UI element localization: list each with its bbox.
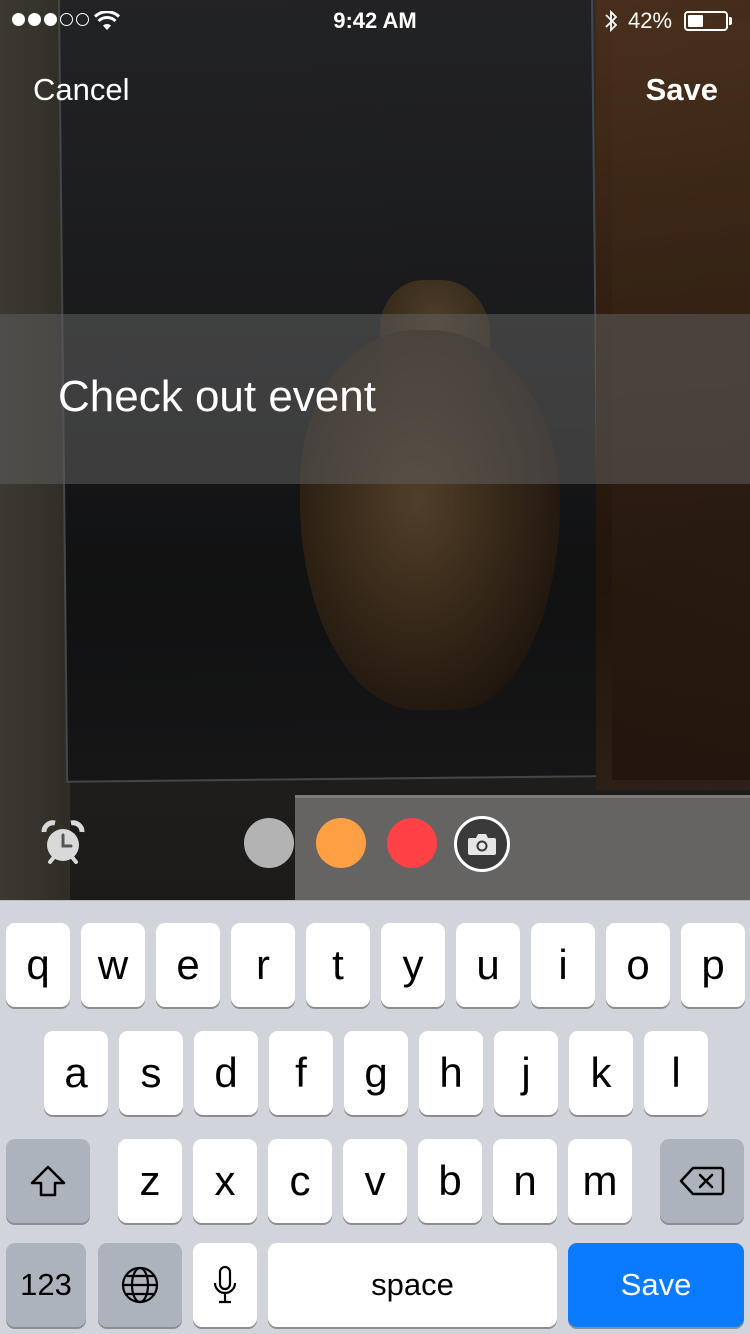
camera-icon (468, 834, 496, 855)
cancel-button[interactable]: Cancel (33, 72, 130, 108)
key-z[interactable]: z (118, 1139, 182, 1223)
space-key[interactable]: space (268, 1243, 557, 1327)
save-button[interactable]: Save (646, 72, 718, 108)
key-p[interactable]: p (681, 923, 745, 1007)
key-y[interactable]: y (381, 923, 445, 1007)
key-r[interactable]: r (231, 923, 295, 1007)
numbers-key[interactable]: 123 (6, 1243, 86, 1327)
globe-key[interactable] (98, 1243, 182, 1327)
key-i[interactable]: i (531, 923, 595, 1007)
key-j[interactable]: j (494, 1031, 558, 1115)
key-s[interactable]: s (119, 1031, 183, 1115)
key-m[interactable]: m (568, 1139, 632, 1223)
key-f[interactable]: f (269, 1031, 333, 1115)
key-h[interactable]: h (419, 1031, 483, 1115)
key-d[interactable]: d (194, 1031, 258, 1115)
battery-fill (688, 15, 703, 27)
key-v[interactable]: v (343, 1139, 407, 1223)
bluetooth-icon (605, 9, 618, 33)
battery-percent: 42% (628, 8, 673, 33)
battery-icon (684, 11, 728, 31)
key-t[interactable]: t (306, 923, 370, 1007)
key-a[interactable]: a (44, 1031, 108, 1115)
key-n[interactable]: n (493, 1139, 557, 1223)
key-l[interactable]: l (644, 1031, 708, 1115)
microphone-key[interactable] (193, 1243, 257, 1327)
delete-icon (679, 1166, 725, 1196)
key-u[interactable]: u (456, 923, 520, 1007)
color-option-orange[interactable] (316, 818, 366, 868)
key-b[interactable]: b (418, 1139, 482, 1223)
key-g[interactable]: g (344, 1031, 408, 1115)
microphone-icon (213, 1265, 237, 1304)
caption-input[interactable]: Check out event (58, 372, 376, 422)
key-c[interactable]: c (268, 1139, 332, 1223)
shift-icon (30, 1165, 66, 1197)
key-k[interactable]: k (569, 1031, 633, 1115)
camera-button[interactable] (454, 816, 510, 872)
keyboard: q w e r t y u i o p a s d f g h j k l z x c v b n m 123 space Save (0, 900, 750, 1334)
battery-tip (729, 17, 732, 25)
key-w[interactable]: w (81, 923, 145, 1007)
color-option-red[interactable] (387, 818, 437, 868)
alarm-clock-icon[interactable] (40, 820, 86, 866)
key-e[interactable]: e (156, 923, 220, 1007)
key-q[interactable]: q (6, 923, 70, 1007)
delete-key[interactable] (660, 1139, 744, 1223)
key-x[interactable]: x (193, 1139, 257, 1223)
shift-key[interactable] (6, 1139, 90, 1223)
color-option-gray[interactable] (244, 818, 294, 868)
globe-icon (121, 1266, 159, 1304)
status-bar: 9:42 AM 42% (0, 0, 750, 40)
key-o[interactable]: o (606, 923, 670, 1007)
return-save-key[interactable]: Save (568, 1243, 744, 1327)
